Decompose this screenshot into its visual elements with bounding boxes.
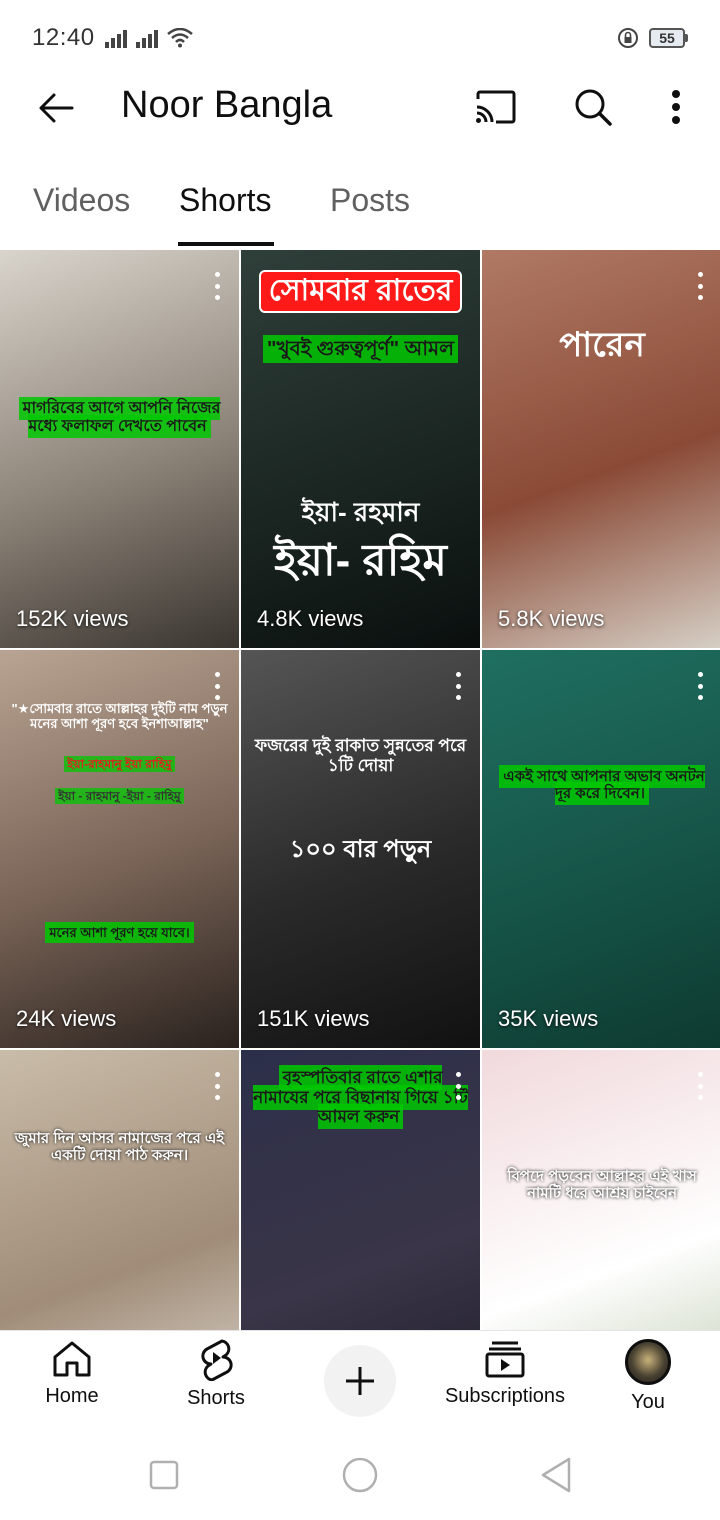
short-caption: ইয়া - রাহমানু -ইয়া - রাহিমু [55, 788, 184, 804]
short-views: 152K views [16, 606, 129, 631]
app-bar: Noor Bangla [0, 76, 720, 136]
channel-tabs: Videos Shorts Posts [0, 168, 720, 248]
short-overlay-line: মনের আশা পূরণ হয়ে যাবে। [10, 922, 229, 943]
short-caption: মনের আশা পূরণ হয়ে যাবে। [45, 922, 194, 943]
more-options-button[interactable] [656, 84, 696, 130]
short-overlay-text: পারেন [559, 326, 645, 364]
short-overlay-text: "★সোমবার রাতে আল্লাহর দুইটি নাম পড়ুন মন… [11, 701, 228, 731]
short-caption: মাগরিবের আগে আপনি নিজের মধ্যে ফলাফল দেখত… [18, 397, 221, 439]
tab-shorts[interactable]: Shorts [179, 182, 271, 219]
back-system-button[interactable] [536, 1455, 576, 1495]
system-navigation [0, 1430, 720, 1520]
search-button[interactable] [570, 84, 616, 130]
short-overlay-text: "খুবই গুরুত্বপূর্ণ" আমল [251, 335, 470, 363]
short-tile[interactable]: জুমার দিন আসর নামাজের পরে এই একটি দোয়া … [0, 1050, 239, 1330]
subscriptions-icon [485, 1341, 525, 1378]
nav-subscriptions[interactable]: Subscriptions [440, 1339, 570, 1408]
short-views: 24K views [16, 1006, 117, 1031]
add-icon [346, 1367, 374, 1395]
short-overlay-text: বৃহস্পতিবার রাতে এশার নামাযের পরে বিছানা… [251, 1065, 470, 1130]
short-title-banner: সোমবার রাতের [258, 270, 463, 313]
nav-home[interactable]: Home [36, 1339, 108, 1408]
search-icon [575, 89, 612, 126]
short-more-button[interactable] [213, 272, 221, 300]
signal-icons [104, 28, 193, 48]
wifi-icon [166, 28, 193, 48]
short-tile[interactable]: পারেন 5.8K views [482, 250, 720, 648]
short-overlay-title: সোমবার রাতের [251, 270, 470, 313]
active-tab-indicator [178, 242, 274, 246]
home-system-button[interactable] [340, 1455, 380, 1495]
short-more-button[interactable] [213, 1072, 221, 1100]
rotation-lock-icon [618, 28, 638, 48]
channel-title: Noor Bangla [121, 84, 333, 126]
nav-shorts-label: Shorts [187, 1387, 245, 1409]
tab-posts[interactable]: Posts [330, 182, 410, 219]
short-tile[interactable]: "★সোমবার রাতে আল্লাহর দুইটি নাম পড়ুন মন… [0, 650, 239, 1048]
cast-icon [476, 90, 516, 124]
tab-videos[interactable]: Videos [33, 182, 130, 219]
short-caption: একই সাথে আপনার অভাব অনটন দূর করে দিবেন। [499, 765, 705, 806]
nav-subscriptions-label: Subscriptions [444, 1385, 566, 1407]
short-caption: "খুবই গুরুত্বপূর্ণ" আমল [262, 335, 459, 363]
short-more-button[interactable] [696, 1072, 704, 1100]
home-icon [53, 1341, 91, 1377]
short-tile[interactable]: বিপদে পড়বেন আল্লাহর এই খাস নামটি ধরে আশ… [482, 1050, 720, 1330]
short-views: 5.8K views [498, 606, 605, 631]
short-caption: ইয়া-রাহমানু ইয়া রাহিমু [64, 756, 175, 772]
short-overlay-text: জুমার দিন আসর নামাজের পরে এই একটি দোয়া … [14, 1130, 225, 1165]
short-overlay-main: ১০০ বার পড়ুন [289, 836, 432, 863]
short-overlay-text: মাগরিবের আগে আপনি নিজের মধ্যে ফলাফল দেখত… [10, 397, 229, 439]
short-more-button[interactable] [696, 672, 704, 700]
bottom-navigation: Home Shorts Subscriptions You [0, 1330, 720, 1430]
cast-button[interactable] [472, 84, 518, 130]
nav-you[interactable]: You [612, 1339, 684, 1414]
back-button[interactable] [34, 86, 78, 130]
short-overlay-sub: ইয়া- রহমান [301, 497, 420, 527]
shorts-icon [201, 1339, 233, 1381]
short-tile[interactable]: বৃহস্পতিবার রাতে এশার নামাযের পরে বিছানা… [241, 1050, 480, 1330]
short-overlay-text: একই সাথে আপনার অভাব অনটন দূর করে দিবেন। [492, 765, 712, 806]
short-caption: বৃহস্পতিবার রাতে এশার নামাযের পরে বিছানা… [253, 1065, 468, 1130]
create-button[interactable] [324, 1345, 396, 1417]
short-overlay-text: ফজরের দুই রাকাত সুন্নতের পরে ১টি দোয়া [254, 736, 467, 775]
signal-strength-icon [104, 30, 127, 48]
short-tile[interactable]: একই সাথে আপনার অভাব অনটন দূর করে দিবেন। … [482, 650, 720, 1048]
signal-strength-2-icon [135, 30, 158, 48]
nav-shorts[interactable]: Shorts [180, 1339, 252, 1410]
short-overlay-text: বিপদে পড়বেন আল্লাহর এই খাস নামটি ধরে আশ… [507, 1168, 697, 1203]
short-overlay-line: ইয়া - রাহমানু -ইয়া - রাহিমু [10, 788, 229, 804]
circle-icon [342, 1457, 378, 1493]
short-more-button[interactable] [213, 672, 221, 700]
square-icon [149, 1460, 179, 1490]
arrow-back-icon [39, 93, 74, 123]
battery-icon: 55 [649, 28, 688, 48]
shorts-grid: মাগরিবের আগে আপনি নিজের মধ্যে ফলাফল দেখত… [0, 250, 720, 1330]
status-bar: 12:40 55 [0, 0, 720, 76]
recent-apps-button[interactable] [144, 1455, 184, 1495]
avatar [625, 1339, 671, 1385]
battery-level: 55 [649, 28, 685, 48]
nav-home-label: Home [45, 1385, 99, 1407]
status-time: 12:40 [32, 24, 95, 51]
short-tile[interactable]: সোমবার রাতের "খুবই গুরুত্বপূর্ণ" আমল ইয়… [241, 250, 480, 648]
short-more-button[interactable] [454, 672, 462, 700]
short-overlay-line: ইয়া-রাহমানু ইয়া রাহিমু [10, 756, 229, 772]
short-overlay-main: ইয়া- রহিম [274, 536, 447, 585]
short-tile[interactable]: মাগরিবের আগে আপনি নিজের মধ্যে ফলাফল দেখত… [0, 250, 239, 648]
short-more-button[interactable] [696, 272, 704, 300]
short-more-button[interactable] [454, 1072, 462, 1100]
more-vert-icon [672, 90, 680, 124]
triangle-back-icon [541, 1457, 571, 1493]
nav-you-label: You [631, 1391, 665, 1413]
short-views: 151K views [257, 1006, 370, 1031]
short-views: 4.8K views [257, 606, 364, 631]
short-tile[interactable]: ফজরের দুই রাকাত সুন্নতের পরে ১টি দোয়া ১… [241, 650, 480, 1048]
short-views: 35K views [498, 1006, 599, 1031]
